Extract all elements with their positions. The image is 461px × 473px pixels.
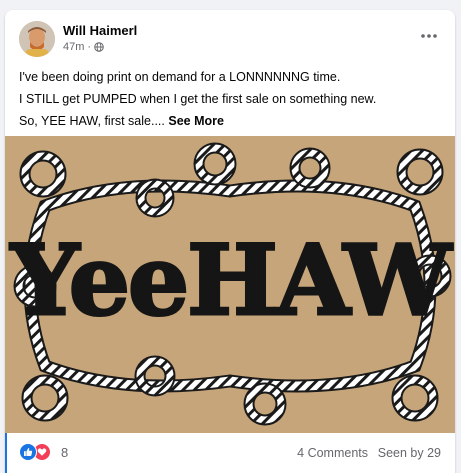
avatar[interactable] <box>19 21 55 57</box>
post-text: I've been doing print on demand for a LO… <box>19 66 444 132</box>
post-text-line: So, YEE HAW, first sale.... See More <box>19 110 444 132</box>
post-header: Will Haimerl 47m · <box>5 10 455 62</box>
post-text-line-content: So, YEE HAW, first sale.... <box>19 114 165 128</box>
reaction-count: 8 <box>61 444 69 460</box>
seen-by-link[interactable]: Seen by 29 <box>378 446 441 460</box>
like-icon <box>19 443 37 461</box>
post-text-line: I STILL get PUMPED when I get the first … <box>19 92 377 106</box>
post-footer: 8 4 Comments Seen by 29 <box>5 433 455 473</box>
post-card: Will Haimerl 47m · I've been doing print… <box>5 10 455 473</box>
comments-link[interactable]: 4 Comments <box>297 446 368 460</box>
meta-separator: · <box>87 41 92 53</box>
globe-icon[interactable] <box>94 42 104 52</box>
reactions-summary[interactable]: 8 <box>19 443 68 461</box>
author-name[interactable]: Will Haimerl <box>63 23 137 38</box>
yeehaw-rope-artwork: YeeHAW <box>5 136 455 433</box>
post-image[interactable]: YeeHAW <box>5 136 455 433</box>
see-more-link[interactable]: See More <box>168 114 224 128</box>
more-horizontal-icon <box>421 34 437 38</box>
post-timestamp[interactable]: 47m <box>63 41 84 53</box>
avatar-image <box>19 21 55 57</box>
post-meta: 47m · <box>63 41 104 53</box>
image-text: YeeHAW <box>10 224 453 337</box>
more-options-button[interactable] <box>417 26 441 46</box>
post-text-line: I've been doing print on demand for a LO… <box>19 70 341 84</box>
